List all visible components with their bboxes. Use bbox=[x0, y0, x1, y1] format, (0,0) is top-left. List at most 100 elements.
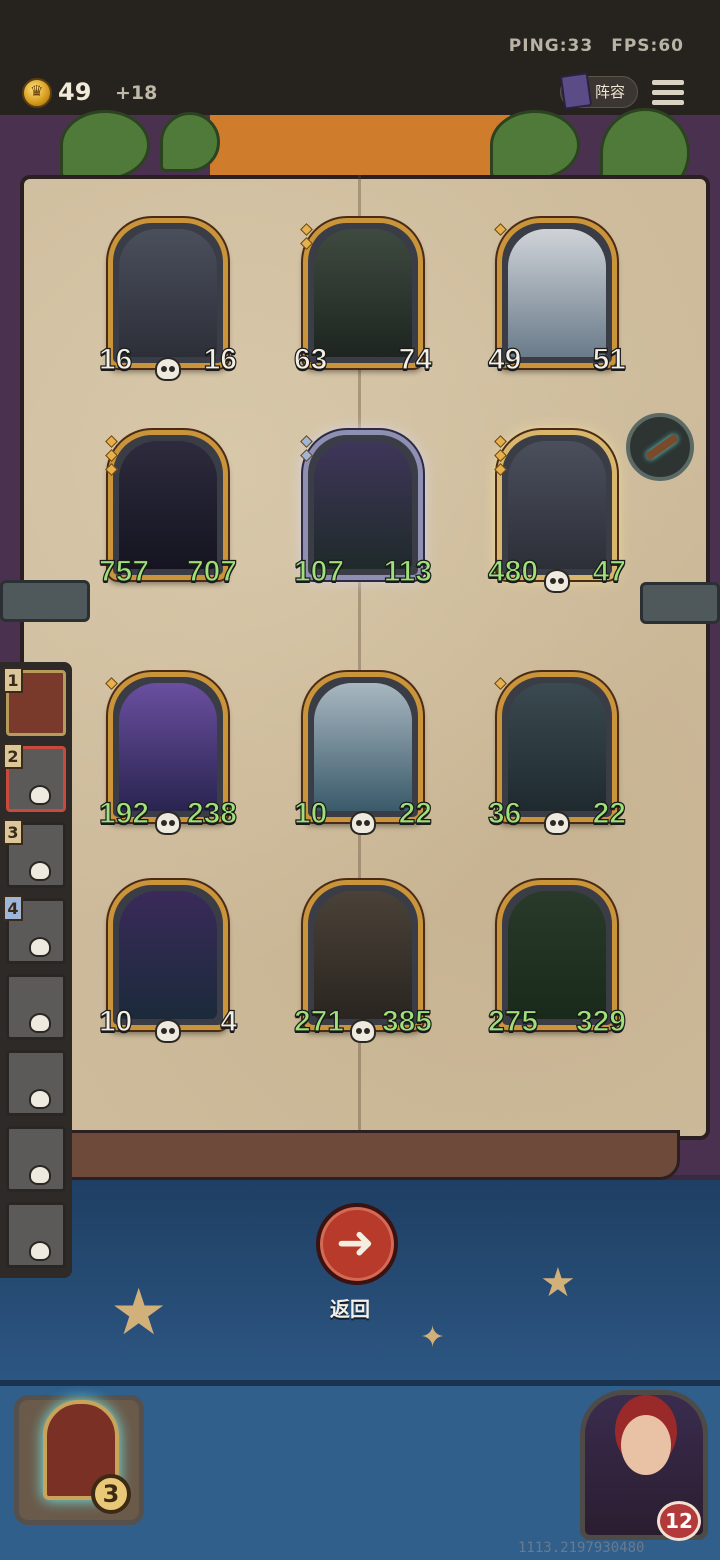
hero-queen-icon bbox=[621, 1415, 671, 1475]
player-slot[interactable] bbox=[6, 1202, 66, 1268]
health-value: 47 bbox=[581, 551, 627, 589]
hero-portrait[interactable]: 12 bbox=[580, 1390, 708, 1541]
health-value: 74 bbox=[387, 339, 433, 377]
attack-value: 757 bbox=[98, 551, 150, 589]
player-slot[interactable]: 4 bbox=[3, 895, 66, 964]
hero-health-badge: 12 bbox=[657, 1501, 701, 1541]
player-slot[interactable] bbox=[6, 1050, 66, 1116]
eliminated-skull-icon bbox=[29, 861, 51, 881]
star-level-icon bbox=[105, 677, 119, 693]
eliminated-skull-icon bbox=[29, 1165, 51, 1185]
weapon-bookmark-icon[interactable] bbox=[626, 413, 694, 481]
player-slot[interactable]: 3 bbox=[3, 819, 66, 888]
game-screen: PING:33FPS:60 49 +18 阵容 1616637449517577… bbox=[0, 0, 720, 1560]
deathrattle-skull-icon bbox=[155, 357, 181, 381]
eliminated-skull-icon bbox=[29, 937, 51, 957]
horned-beast-art bbox=[508, 229, 606, 357]
spirit-cauldron-art bbox=[119, 891, 217, 1019]
minion-card[interactable]: 63 74 bbox=[293, 218, 433, 377]
book-base bbox=[40, 1130, 680, 1180]
ping-readout: PING:33 bbox=[508, 36, 594, 56]
player-slot[interactable]: 2 bbox=[3, 743, 66, 812]
star-level-icon bbox=[494, 435, 508, 479]
health-value: 329 bbox=[575, 1001, 627, 1039]
attack-value: 49 bbox=[487, 339, 533, 377]
player-rank-badge: 1 bbox=[3, 667, 23, 693]
sea-dragon-art bbox=[314, 683, 412, 811]
attack-value: 107 bbox=[293, 551, 345, 589]
health-value: 113 bbox=[383, 551, 433, 589]
minion-card[interactable]: 192 238 bbox=[98, 672, 238, 835]
player-ranking-sidebar: 1 2 3 4 bbox=[0, 662, 72, 1278]
return-button[interactable]: ➜ bbox=[316, 1203, 398, 1285]
health-value: 22 bbox=[387, 793, 433, 831]
lineup-book-icon bbox=[559, 72, 593, 110]
star-decoration: ★ bbox=[110, 1276, 168, 1350]
star-decoration: ★ bbox=[540, 1260, 576, 1306]
skeleton-dragon-art bbox=[119, 229, 217, 357]
attack-value: 192 bbox=[98, 793, 150, 831]
leaf-decoration bbox=[160, 112, 220, 172]
minion-card[interactable]: 36 22 bbox=[487, 672, 627, 835]
health-value: 385 bbox=[381, 1001, 433, 1039]
attack-value: 63 bbox=[293, 339, 339, 377]
player-slot[interactable] bbox=[6, 974, 66, 1040]
hooded-reaper-art bbox=[314, 229, 412, 357]
pumpkin-golem-art bbox=[508, 891, 606, 1019]
gold-income: +18 bbox=[115, 82, 158, 104]
book-clasp-right bbox=[640, 582, 720, 624]
eliminated-skull-icon bbox=[29, 1013, 51, 1033]
deathrattle-skull-icon bbox=[155, 1019, 181, 1043]
minion-card[interactable]: 757 707 bbox=[98, 430, 238, 589]
build-id: 1113.2197930480 bbox=[518, 1540, 645, 1556]
tavern-level-badge: 3 bbox=[91, 1474, 131, 1514]
attack-value: 10 bbox=[98, 1001, 144, 1039]
health-value: 707 bbox=[186, 551, 238, 589]
leaf-decoration bbox=[60, 110, 150, 180]
attack-value: 36 bbox=[487, 793, 533, 831]
fps-readout: FPS:60 bbox=[611, 36, 684, 56]
deathrattle-skull-icon bbox=[350, 1019, 376, 1043]
star-level-icon bbox=[300, 435, 314, 465]
player-rank-badge: 4 bbox=[3, 895, 23, 921]
arrow-left-icon: ➜ bbox=[336, 1215, 375, 1269]
network-stats: PING:33 FPS:60 bbox=[491, 36, 684, 56]
minion-card[interactable]: 275 329 bbox=[487, 880, 627, 1039]
player-slot[interactable]: 1 bbox=[3, 667, 66, 736]
deathrattle-skull-icon bbox=[544, 569, 570, 593]
gold-coin-icon bbox=[22, 78, 52, 108]
nun-art bbox=[314, 891, 412, 1019]
ghost-priestess-art bbox=[508, 683, 606, 811]
health-value: 22 bbox=[581, 793, 627, 831]
attack-value: 275 bbox=[487, 1001, 539, 1039]
attack-value: 16 bbox=[98, 339, 144, 377]
deathrattle-skull-icon bbox=[155, 811, 181, 835]
minion-card[interactable]: 16 16 bbox=[98, 218, 238, 381]
book-clasp-left bbox=[0, 580, 90, 622]
gold-amount: 49 bbox=[58, 78, 92, 106]
deathrattle-skull-icon bbox=[350, 811, 376, 835]
tavern-portrait[interactable]: 3 bbox=[14, 1395, 144, 1525]
minion-card[interactable]: 49 51 bbox=[487, 218, 627, 377]
health-value: 4 bbox=[193, 1001, 238, 1039]
attack-value: 10 bbox=[293, 793, 339, 831]
player-rank-badge: 3 bbox=[3, 819, 23, 845]
attack-value: 480 bbox=[487, 551, 539, 589]
top-bar: PING:33FPS:60 49 +18 阵容 bbox=[0, 0, 720, 115]
star-level-icon bbox=[300, 223, 314, 253]
serpent-art bbox=[314, 441, 412, 569]
minion-card[interactable]: 10 4 bbox=[98, 880, 238, 1043]
leaf-decoration bbox=[490, 110, 580, 180]
deathrattle-skull-icon bbox=[544, 811, 570, 835]
menu-icon[interactable] bbox=[652, 80, 684, 106]
dark-sorceress-art bbox=[119, 683, 217, 811]
minion-card[interactable]: 480 47 bbox=[487, 430, 627, 593]
eliminated-skull-icon bbox=[29, 785, 51, 805]
minion-card[interactable]: 10 22 bbox=[293, 672, 433, 835]
minion-card[interactable]: 107 113 bbox=[293, 430, 433, 589]
skeleton-axe-art bbox=[119, 441, 217, 569]
health-value: 16 bbox=[192, 339, 238, 377]
skeleton-dragon-gold-art bbox=[508, 441, 606, 569]
minion-card[interactable]: 271 385 bbox=[293, 880, 433, 1043]
player-slot[interactable] bbox=[6, 1126, 66, 1192]
